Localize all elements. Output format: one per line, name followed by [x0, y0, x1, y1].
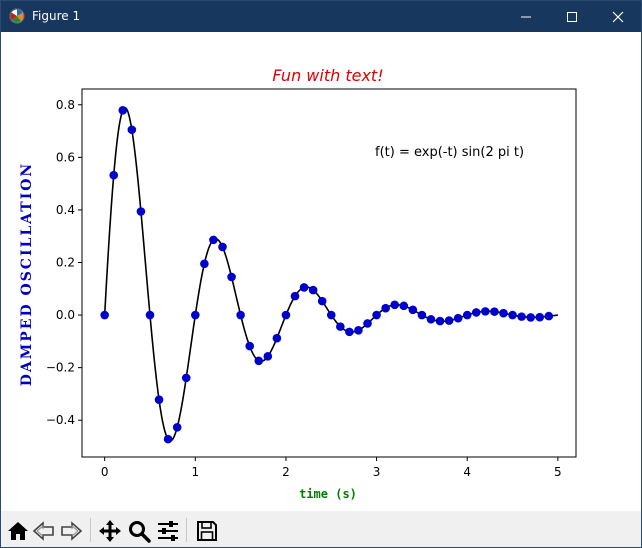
data-point: [408, 305, 418, 315]
y-axis-label: DAMPED OSCILLATION: [19, 162, 35, 386]
data-point: [200, 259, 209, 269]
minimize-icon: [521, 16, 531, 18]
x-tick-label: 3: [373, 465, 381, 479]
close-button[interactable]: [595, 1, 641, 32]
data-point: [290, 291, 300, 301]
y-tick-label: −0.2: [46, 361, 75, 375]
x-tick-label: 4: [463, 465, 471, 479]
data-point: [372, 310, 381, 320]
data-point: [227, 272, 236, 282]
data-point: [281, 310, 291, 320]
data-point: [526, 313, 535, 322]
data-point: [481, 307, 490, 316]
data-point: [254, 356, 264, 366]
data-point: [109, 170, 119, 180]
data-point: [209, 235, 218, 245]
maximize-button[interactable]: [549, 1, 595, 32]
zoom-button[interactable]: [127, 519, 151, 543]
y-tick-label: 0.4: [56, 203, 75, 217]
data-point: [390, 300, 400, 310]
data-point: [417, 310, 427, 320]
data-point: [426, 314, 436, 324]
data-point: [154, 395, 164, 404]
data-point: [263, 352, 273, 361]
y-tick-label: 0.6: [56, 150, 75, 164]
annotation-text: f(t) = exp(-t) sin(2 pi t): [375, 145, 524, 160]
chart-title: Fun with text!: [272, 66, 383, 85]
zoom-icon: [129, 521, 151, 543]
y-tick-label: 0.2: [56, 255, 75, 269]
window-title: Figure 1: [32, 9, 81, 23]
data-point: [236, 310, 245, 320]
save-icon: [197, 521, 217, 541]
data-point: [136, 207, 146, 216]
data-point: [535, 312, 545, 322]
plot-canvas[interactable]: Fun with text! 0 1 2 3 4 5 −0.4 −0.2 0.0 0.2 0.4 0.…: [1, 32, 641, 511]
data-point: [100, 310, 109, 320]
figure-window: Figure 1 Fun with text! 0 1 2 3 4 5 −0.4 −0.2 0.…: [0, 0, 642, 548]
data-point: [308, 285, 318, 295]
x-tick-label: 5: [554, 465, 562, 479]
maximize-icon: [567, 12, 577, 22]
forward-icon: [61, 521, 83, 541]
toolbar-separator: [186, 518, 187, 542]
configure-subplots-button[interactable]: [156, 519, 180, 543]
minimize-button[interactable]: [503, 1, 549, 32]
matplotlib-logo-icon: [9, 8, 25, 24]
pan-icon: [99, 520, 121, 542]
home-button[interactable]: [6, 519, 30, 543]
data-point: [490, 307, 499, 316]
data-point: [272, 333, 282, 343]
data-point: [299, 283, 309, 292]
back-icon: [32, 521, 54, 541]
data-point: [508, 310, 517, 320]
data-point: [499, 308, 508, 318]
data-point: [517, 312, 526, 321]
toolbar-separator: [90, 518, 91, 542]
forward-button[interactable]: [59, 519, 83, 543]
data-point: [145, 310, 155, 320]
data-point: [435, 316, 445, 326]
data-point: [118, 105, 128, 115]
data-point: [399, 301, 409, 311]
back-button[interactable]: [32, 519, 56, 543]
data-point: [336, 322, 345, 331]
y-tick-label: −0.4: [46, 413, 75, 427]
save-button[interactable]: [195, 519, 219, 543]
data-point: [354, 326, 363, 335]
data-point: [544, 311, 554, 321]
data-point: [245, 341, 254, 351]
data-point: [471, 308, 481, 317]
data-point: [127, 125, 137, 135]
y-tick-label: 0.8: [56, 98, 75, 112]
data-point: [381, 303, 390, 313]
navigation-toolbar: [1, 511, 641, 547]
data-point: [218, 242, 227, 252]
data-point: [363, 319, 372, 328]
close-icon: [612, 11, 624, 23]
y-tick-label: 0.0: [56, 308, 75, 322]
data-point: [172, 422, 182, 432]
data-point: [326, 310, 336, 320]
data-point: [317, 296, 327, 306]
data-point: [181, 373, 191, 383]
data-point: [453, 313, 463, 323]
data-point: [462, 310, 472, 320]
data-point: [163, 434, 173, 444]
configure-subplots-icon: [158, 521, 178, 541]
home-icon: [8, 522, 28, 540]
title-bar[interactable]: Figure 1: [1, 1, 641, 32]
x-axis-label: time (s): [299, 487, 357, 501]
data-point: [191, 310, 200, 320]
data-point: [444, 316, 454, 325]
data-point: [345, 327, 354, 337]
x-tick-label: 2: [282, 465, 290, 479]
x-tick-label: 0: [101, 465, 109, 479]
pan-button[interactable]: [98, 519, 122, 543]
x-tick-label: 1: [191, 465, 199, 479]
